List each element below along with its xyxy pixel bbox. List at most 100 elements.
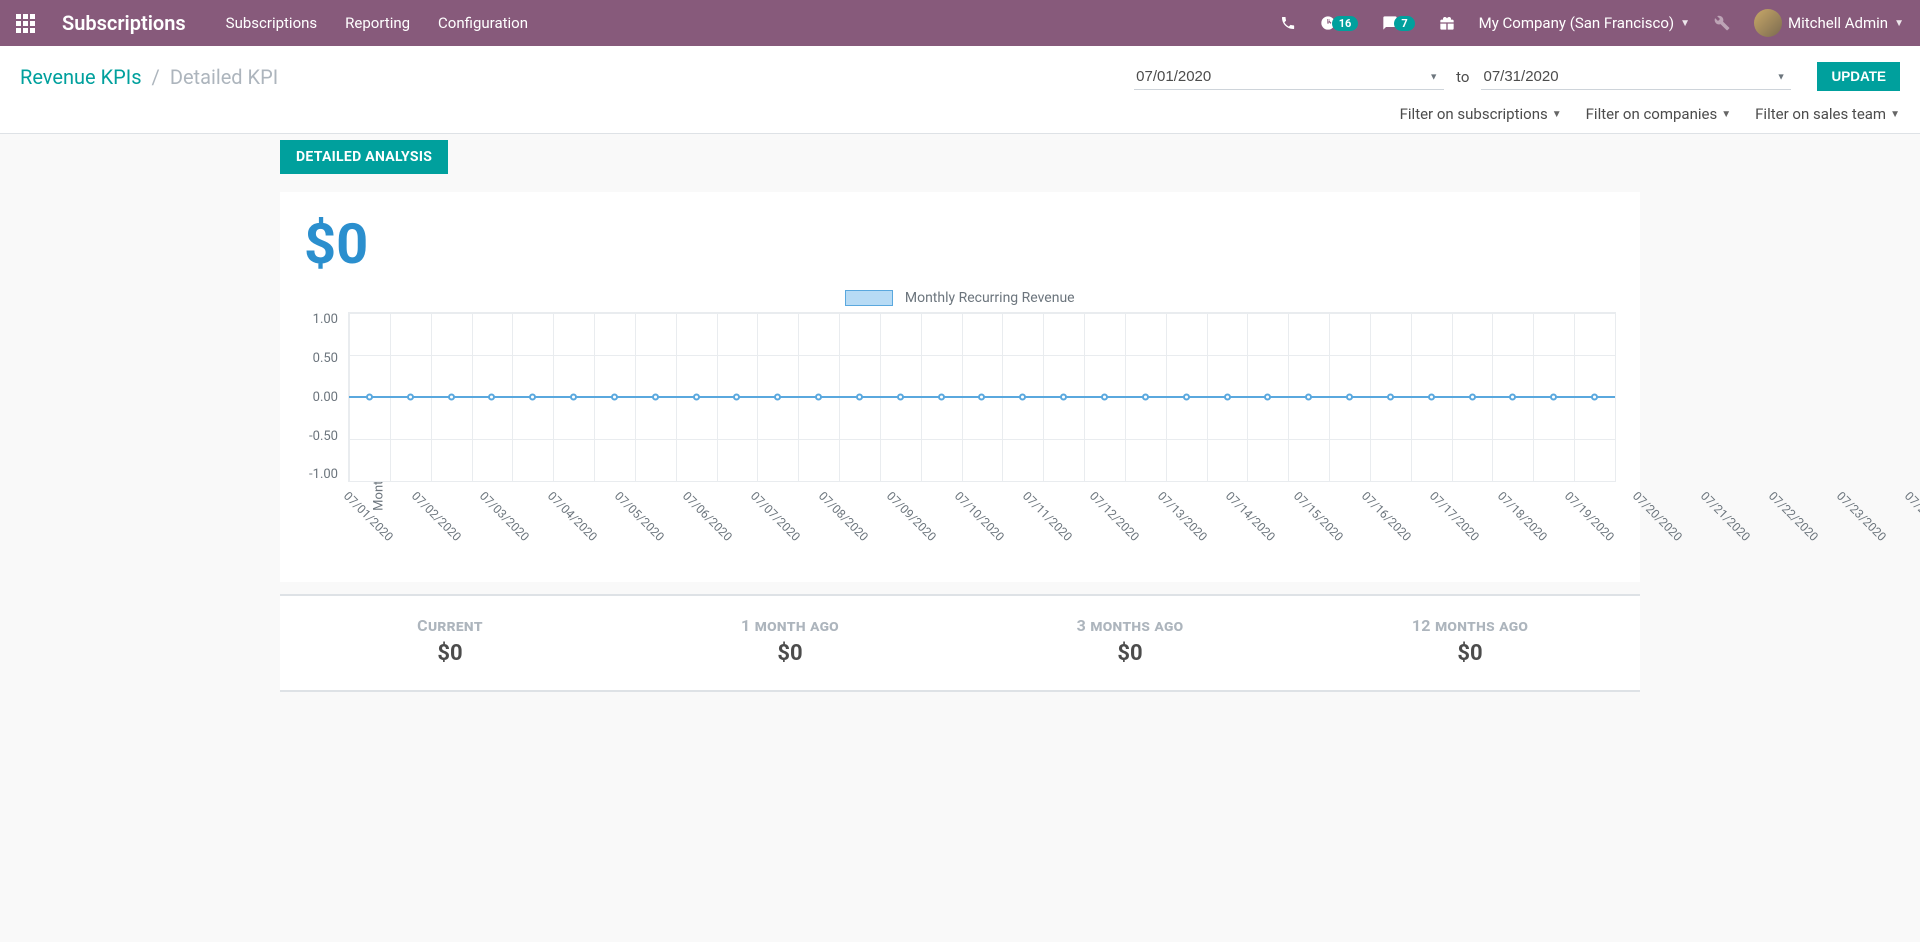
chevron-down-icon: ▼ (1680, 18, 1690, 29)
summary-label: 1 month ago (620, 616, 960, 635)
summary-col: 1 month ago $0 (620, 616, 960, 666)
chart-point[interactable] (366, 394, 373, 401)
x-tick-label: 07/21/2020 (1695, 486, 1753, 544)
phone-icon[interactable] (1280, 15, 1296, 31)
chart-point[interactable] (611, 394, 618, 401)
chart-point[interactable] (815, 394, 822, 401)
y-tick-label: 0.50 (313, 351, 338, 366)
chart-point[interactable] (1469, 394, 1476, 401)
x-tick-label: 07/18/2020 (1492, 486, 1550, 544)
x-tick-label: 07/02/2020 (406, 486, 464, 544)
chart-point[interactable] (1183, 394, 1190, 401)
chart-point[interactable] (1591, 394, 1598, 401)
nav-subscriptions[interactable]: Subscriptions (226, 14, 317, 32)
breadcrumb-revenue-kpis[interactable]: Revenue KPIs (20, 65, 142, 89)
filter-sales-team[interactable]: Filter on sales team ▼ (1755, 105, 1900, 123)
x-tick-label: 07/20/2020 (1627, 486, 1685, 544)
date-to-input[interactable] (1481, 64, 1791, 90)
chart-plot[interactable] (348, 312, 1616, 482)
filter-subscriptions[interactable]: Filter on subscriptions ▼ (1400, 105, 1562, 123)
y-tick-label: -1.00 (309, 467, 338, 482)
discuss-icon[interactable]: 7 (1382, 15, 1414, 31)
chart-legend[interactable]: Monthly Recurring Revenue (304, 290, 1616, 306)
chart-point[interactable] (1387, 394, 1394, 401)
x-tick-label: 07/06/2020 (677, 486, 735, 544)
debug-icon[interactable] (1714, 15, 1730, 31)
activities-badge: 16 (1332, 16, 1359, 31)
chart-point[interactable] (652, 394, 659, 401)
chart-point[interactable] (1060, 394, 1067, 401)
chart-point[interactable] (488, 394, 495, 401)
x-tick-label: 07/23/2020 (1831, 486, 1889, 544)
summary-label: 3 months ago (960, 616, 1300, 635)
nav-configuration[interactable]: Configuration (438, 14, 528, 32)
date-from-input[interactable] (1134, 64, 1444, 90)
chevron-down-icon: ▼ (1890, 109, 1900, 120)
filter-companies[interactable]: Filter on companies ▼ (1586, 105, 1732, 123)
chart-point[interactable] (407, 394, 414, 401)
chart-points (349, 394, 1615, 401)
x-tick-label: 07/22/2020 (1763, 486, 1821, 544)
brand-title[interactable]: Subscriptions (62, 11, 186, 35)
summary-col: Current $0 (280, 616, 620, 666)
summary-value: $0 (620, 641, 960, 666)
chart-point[interactable] (1264, 394, 1271, 401)
chart-point[interactable] (448, 394, 455, 401)
tab-detailed-analysis[interactable]: DETAILED ANALYSIS (280, 140, 448, 174)
x-tick-label: 07/17/2020 (1424, 486, 1482, 544)
company-selector[interactable]: My Company (San Francisco) ▼ (1479, 14, 1690, 32)
chart-point[interactable] (774, 394, 781, 401)
x-tick-label: 07/13/2020 (1152, 486, 1210, 544)
y-tick-label: 1.00 (313, 312, 338, 327)
chart-point[interactable] (938, 394, 945, 401)
chart-point[interactable] (1142, 394, 1149, 401)
chart-card: $0 Monthly Recurring Revenue Monthly Rec… (280, 192, 1640, 582)
summary-label: Current (280, 616, 620, 635)
chart-point[interactable] (978, 394, 985, 401)
chart-point[interactable] (1550, 394, 1557, 401)
chevron-down-icon: ▼ (1552, 109, 1562, 120)
x-tick-label: 07/11/2020 (1017, 486, 1075, 544)
avatar (1754, 9, 1782, 37)
systray: 16 7 My Company (San Francisco) ▼ Mitche… (1280, 9, 1904, 37)
summary-value: $0 (280, 641, 620, 666)
top-nav: Subscriptions Subscriptions Reporting Co… (0, 0, 1920, 46)
user-menu[interactable]: Mitchell Admin ▼ (1754, 9, 1904, 37)
chart-point[interactable] (1509, 394, 1516, 401)
chart-point[interactable] (1019, 394, 1026, 401)
company-name: My Company (San Francisco) (1479, 14, 1674, 32)
control-bar: Revenue KPIs / Detailed KPI to UPDATE Fi… (0, 46, 1920, 134)
chart-point[interactable] (1428, 394, 1435, 401)
summary-col: 12 months ago$0 (1300, 616, 1640, 666)
chart-point[interactable] (1305, 394, 1312, 401)
x-tick-label: 07/15/2020 (1288, 486, 1346, 544)
chart-point[interactable] (897, 394, 904, 401)
filter-companies-label: Filter on companies (1586, 105, 1718, 123)
x-tick-label: 07/12/2020 (1085, 486, 1143, 544)
nav-links: Subscriptions Reporting Configuration (226, 14, 528, 32)
x-tick-label: 07/14/2020 (1220, 486, 1278, 544)
chart-point[interactable] (570, 394, 577, 401)
nav-reporting[interactable]: Reporting (345, 14, 410, 32)
chart-point[interactable] (1101, 394, 1108, 401)
summary-value: $0 (960, 641, 1300, 666)
chart-point[interactable] (733, 394, 740, 401)
apps-icon[interactable] (16, 14, 34, 32)
chart-point[interactable] (529, 394, 536, 401)
activities-icon[interactable]: 16 (1320, 15, 1359, 31)
kpi-big-value: $0 (304, 216, 1616, 272)
x-tick-label: 07/24/2020 (1899, 486, 1920, 544)
chart-point[interactable] (856, 394, 863, 401)
x-tick-label: 07/09/2020 (881, 486, 939, 544)
x-ticks: 07/01/202007/02/202007/03/202007/04/2020… (348, 486, 1616, 500)
chart-point[interactable] (1346, 394, 1353, 401)
x-tick-label: 07/04/2020 (542, 486, 600, 544)
chart: Monthly Recurring Revenue 1.000.500.00-0… (304, 312, 1616, 552)
to-label: to (1456, 68, 1469, 86)
gift-icon[interactable] (1439, 15, 1455, 31)
x-tick-label: 07/03/2020 (474, 486, 532, 544)
chart-point[interactable] (1224, 394, 1231, 401)
user-name: Mitchell Admin (1788, 14, 1888, 32)
update-button[interactable]: UPDATE (1817, 62, 1900, 91)
chart-point[interactable] (693, 394, 700, 401)
